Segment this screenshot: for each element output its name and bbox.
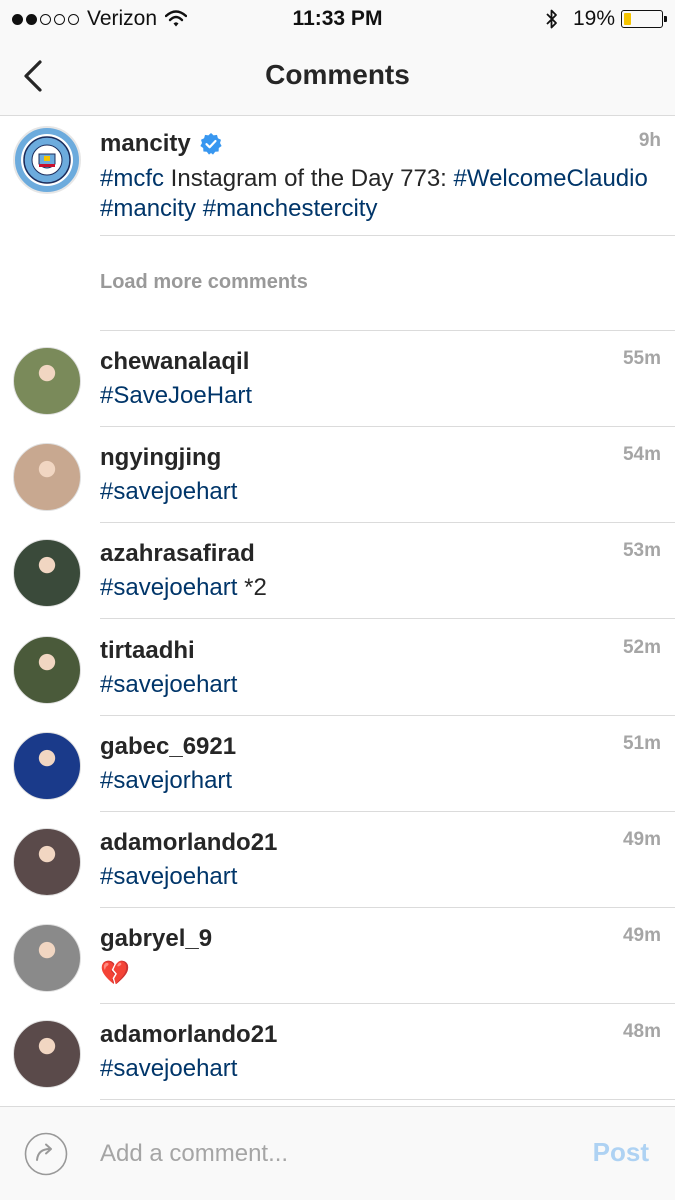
bluetooth-icon [546, 9, 557, 29]
caption-text: #mcfc Instagram of the Day 773: #Welcome… [100, 164, 660, 224]
comment-text: #savejoehart [100, 478, 237, 506]
avatar[interactable] [13, 828, 81, 896]
comment-time: 49m [622, 829, 661, 850]
comment-username[interactable]: chewanalaqil [100, 348, 249, 376]
comment-text: #savejoehart [100, 1055, 237, 1083]
divider [100, 1099, 675, 1101]
comment-time: 53m [622, 540, 661, 562]
load-more-comments-button[interactable]: Load more comments [100, 271, 308, 294]
avatar[interactable] [13, 635, 81, 704]
comment-username[interactable]: tirtaadhi [100, 637, 195, 665]
hashtag-link[interactable]: #savejoehart [100, 1055, 237, 1082]
comment-row[interactable]: gabec_6921 #savejorhart 51m [0, 716, 675, 812]
comment-row[interactable]: adamorlando21 #savejoehart 49m [0, 812, 675, 908]
divider [100, 235, 675, 236]
comment-username[interactable]: gabec_6921 [100, 733, 236, 761]
comment-time: 52m [622, 636, 661, 658]
comment-composer: Post [0, 1106, 675, 1200]
avatar[interactable] [13, 924, 81, 993]
comment-row[interactable]: tirtaadhi #savejoehart 52m [0, 620, 675, 716]
post-caption: mancity #mcfc Instagram of the Day 773: … [0, 116, 675, 236]
comment-text: #savejoehart [100, 671, 237, 699]
hashtag-link[interactable]: #manchestercity [203, 195, 378, 222]
hashtag-link[interactable]: #savejoehart [100, 478, 237, 505]
verified-badge-icon [200, 133, 222, 155]
avatar[interactable] [13, 126, 81, 194]
avatar[interactable] [13, 443, 81, 512]
hashtag-link[interactable]: #SaveJoeHart [100, 382, 252, 409]
caption-fragment [196, 195, 203, 222]
caption-username-row: mancity [100, 130, 223, 158]
caption-fragment: Instagram of the Day 773: [164, 165, 454, 192]
hashtag-link[interactable]: #mancity [100, 195, 196, 222]
comment-time: 51m [622, 732, 661, 754]
comment-row[interactable]: adamorlando21 #savejoehart 48m [0, 1004, 675, 1101]
avatar[interactable] [13, 347, 81, 415]
comment-suffix: *2 [237, 574, 267, 602]
status-bar: Verizon 11:33 PM 19% [0, 0, 675, 38]
comment-row[interactable]: azahrasafirad #savejoehart *2 53m [0, 523, 675, 620]
caption-username[interactable]: mancity [100, 130, 191, 158]
hashtag-link[interactable]: #savejoehart [100, 574, 237, 601]
comment-text: #savejoehart *2 [100, 574, 267, 602]
comment-input[interactable] [100, 1135, 560, 1173]
hashtag-link[interactable]: #savejorhart [100, 767, 232, 794]
avatar[interactable] [13, 1020, 81, 1089]
comment-username[interactable]: adamorlando21 [100, 1021, 277, 1049]
post-button[interactable]: Post [593, 1137, 649, 1168]
comment-time: 49m [622, 925, 661, 947]
caption-time: 9h [638, 130, 661, 151]
comment-row[interactable]: gabryel_9 💔 49m [0, 908, 675, 1005]
broken-heart-emoji: 💔 [100, 960, 130, 988]
comment-time: 55m [622, 348, 661, 369]
reply-arrow-icon[interactable] [24, 1132, 68, 1176]
comment-text: #savejoehart [100, 863, 237, 891]
comment-row[interactable]: ngyingjing #savejoehart 54m [0, 427, 675, 524]
avatar[interactable] [13, 731, 81, 800]
comment-username[interactable]: azahrasafirad [100, 540, 255, 568]
comment-row[interactable]: chewanalaqil #SaveJoeHart 55m [0, 331, 675, 427]
comment-text: #SaveJoeHart [100, 382, 252, 410]
hashtag-link[interactable]: #savejoehart [100, 671, 237, 698]
comment-username[interactable]: ngyingjing [100, 444, 221, 472]
hashtag-link[interactable]: #savejoehart [100, 863, 237, 890]
avatar[interactable] [13, 539, 81, 608]
hashtag-link[interactable]: #WelcomeClaudio [454, 165, 648, 192]
comment-text: #savejorhart [100, 767, 232, 795]
nav-header: Comments [0, 38, 675, 116]
battery-percent: 19% [572, 7, 615, 30]
status-right: 19% [545, 7, 667, 31]
comment-time: 54m [622, 444, 661, 466]
battery-icon [621, 10, 667, 28]
comment-time: 48m [622, 1021, 661, 1043]
club-crest-icon [21, 134, 73, 186]
battery-level [624, 13, 631, 25]
comment-username[interactable]: gabryel_9 [100, 925, 212, 953]
hashtag-link[interactable]: #mcfc [100, 165, 164, 192]
comment-username[interactable]: adamorlando21 [100, 829, 277, 857]
comment-text: 💔 [100, 959, 130, 988]
page-title: Comments [265, 59, 410, 90]
